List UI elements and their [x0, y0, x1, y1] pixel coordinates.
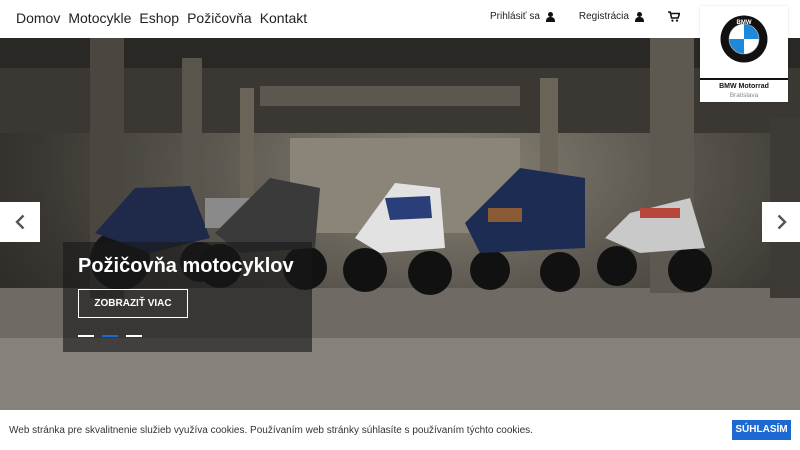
hero-slider: Požičovňa motocyklov ZOBRAZIŤ VIAC — [0, 38, 800, 410]
hero-image — [0, 38, 800, 410]
register-link[interactable]: Registrácia — [579, 11, 644, 22]
slider-prev-button[interactable] — [0, 202, 40, 242]
user-icon — [545, 11, 555, 22]
nav-item-pozicovna[interactable]: Požičovňa — [187, 10, 252, 27]
chevron-left-icon — [15, 214, 25, 230]
bmw-roundel-icon: BMW — [720, 15, 768, 63]
main-nav: Domov Motocykle Eshop Požičovňa Kontakt — [16, 10, 307, 27]
show-more-button[interactable]: ZOBRAZIŤ VIAC — [78, 289, 188, 318]
slider-dot-1[interactable] — [78, 335, 94, 337]
logo-subtitle: Bratislava — [729, 92, 759, 99]
login-link[interactable]: Prihlásiť sa — [490, 11, 555, 22]
top-navigation-bar: Domov Motocykle Eshop Požičovňa Kontakt … — [0, 0, 800, 38]
logo-title: BMW Motorrad — [719, 83, 769, 90]
slider-next-button[interactable] — [762, 202, 800, 242]
nav-item-kontakt[interactable]: Kontakt — [260, 10, 307, 27]
nav-item-eshop[interactable]: Eshop — [139, 10, 179, 27]
slider-dot-2[interactable] — [102, 335, 118, 337]
cookie-banner: Web stránka pre skvalitnenie služieb vyu… — [0, 410, 800, 450]
cart-icon[interactable] — [667, 11, 680, 22]
cookie-text: Web stránka pre skvalitnenie služieb vyu… — [9, 425, 533, 436]
svg-text:BMW: BMW — [737, 20, 752, 26]
nav-item-domov[interactable]: Domov — [16, 10, 60, 27]
bmw-motorrad-logo[interactable]: BMW BMW Motorrad Bratislava — [700, 6, 788, 102]
register-label: Registrácia — [578, 11, 629, 22]
slide-caption: Požičovňa motocyklov ZOBRAZIŤ VIAC — [63, 242, 312, 352]
slider-dots — [78, 335, 142, 337]
slide-title: Požičovňa motocyklov — [78, 255, 294, 277]
chevron-right-icon — [777, 214, 787, 230]
login-label: Prihlásiť sa — [490, 11, 540, 22]
user-icon — [634, 11, 644, 22]
cookie-accept-button[interactable]: SÚHLASÍM — [732, 420, 791, 440]
account-nav: Prihlásiť sa Registrácia — [490, 11, 715, 22]
nav-item-motocykle[interactable]: Motocykle — [68, 10, 131, 27]
logo-divider — [700, 78, 788, 80]
slider-dot-3[interactable] — [126, 335, 142, 337]
